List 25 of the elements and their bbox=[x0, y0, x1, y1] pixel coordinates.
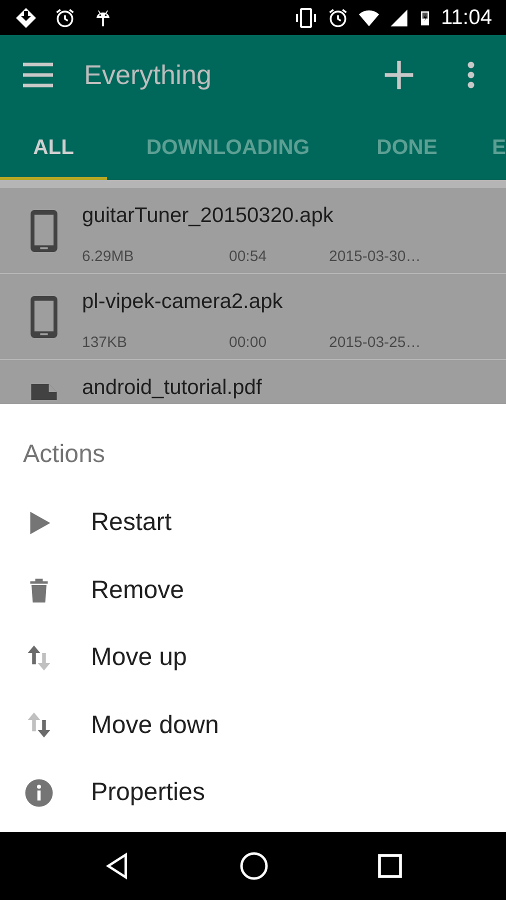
file-time: 00:00 bbox=[229, 332, 268, 352]
overview-icon[interactable] bbox=[376, 852, 404, 880]
file-size: 137KB bbox=[82, 332, 128, 352]
file-date: 2015-03-30… bbox=[329, 246, 421, 266]
sheet-title: Actions bbox=[22, 439, 106, 470]
info-icon bbox=[24, 778, 54, 808]
clock-time: 11:04 bbox=[441, 4, 492, 31]
file-date: 2015-03-25… bbox=[329, 332, 421, 352]
toolbar-title: Everything bbox=[84, 58, 212, 92]
file-name: guitarTuner_20150320.apk bbox=[82, 203, 334, 229]
alarm-icon bbox=[54, 6, 76, 28]
tab[interactable]: ALL bbox=[0, 115, 107, 180]
document-icon bbox=[30, 384, 58, 400]
phone-icon bbox=[30, 296, 58, 338]
file-name: pl-vipek-camera2.apk bbox=[82, 289, 284, 315]
phone-icon bbox=[30, 210, 58, 252]
vibrate-icon bbox=[293, 6, 319, 30]
alarm-icon bbox=[327, 6, 349, 28]
file-size: 6.29MB bbox=[82, 246, 135, 266]
plus-icon[interactable] bbox=[382, 58, 416, 92]
file-time: 00:54 bbox=[229, 246, 268, 266]
download-icon bbox=[14, 6, 38, 30]
file-name: android_tutorial.pdf bbox=[82, 375, 263, 401]
signal-icon bbox=[389, 6, 409, 28]
home-icon[interactable] bbox=[238, 851, 269, 881]
